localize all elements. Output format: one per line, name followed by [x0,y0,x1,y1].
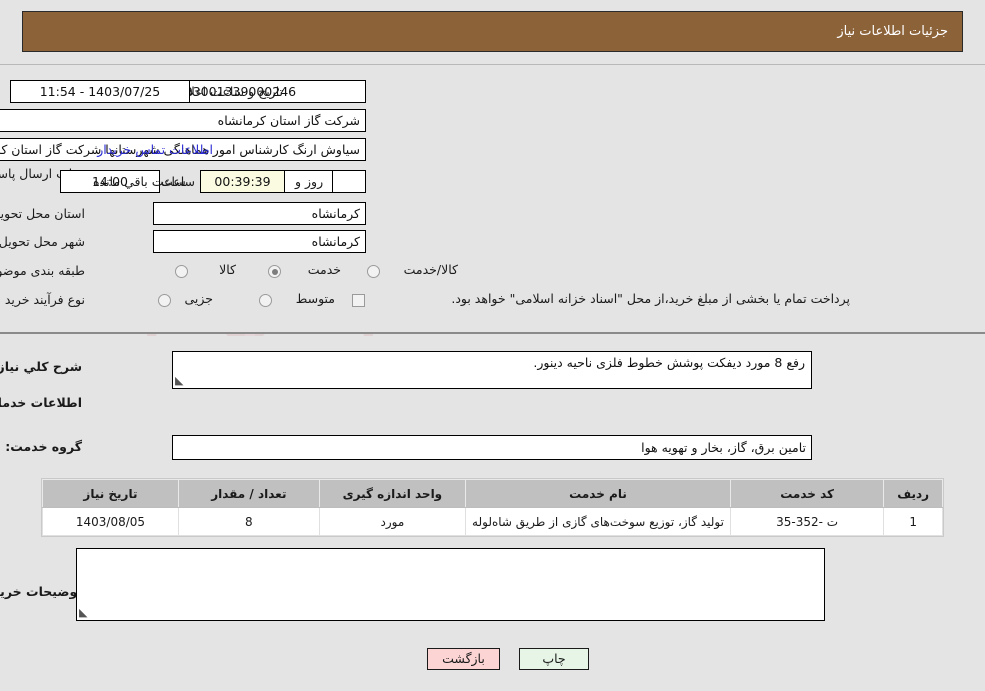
radio-category-kala-label: کالا [219,262,236,277]
page-root: AriaTender.net جزئیات اطلاعات نیاز شماره… [0,0,985,691]
page-title: جزئیات اطلاعات نیاز [837,24,948,39]
radio-category-khedmat-label: خدمت [307,262,341,277]
announce-datetime-value[interactable]: 1403/07/25 - 11:54 [10,80,190,103]
buyer-notes-label: توضیحات خریدار: [0,584,82,599]
service-group-value[interactable]: تامین برق، گاز، بخار و تهویه هوا [172,435,812,460]
radio-category-kala-khedmat[interactable] [367,265,380,278]
province-value[interactable]: کرمانشاه [153,202,366,225]
services-section-heading: اطلاعات خدمات مورد نیاز [0,395,82,410]
remaining-time-value: 00:39:39 [200,170,285,193]
remaining-time-label: ساعت باقي مانده [93,174,186,189]
resize-grip-icon[interactable]: ◢ [175,374,187,387]
col-unit: واحد اندازه گیری [318,479,467,508]
cell-service-code: ت -352-35 [729,507,885,536]
province-label: استان محل تحویل: [0,206,85,221]
category-label: طبقه بندی موضوعی: [0,263,85,278]
cell-service-name: تولید گاز، توزیع سوخت‌های گازی از طریق ش… [465,507,731,536]
buyer-org-value[interactable]: شرکت گاز استان کرمانشاه [0,109,366,132]
col-service-name: نام خدمت [465,479,731,508]
services-table: ردیف کد خدمت نام خدمت واحد اندازه گیری ت… [42,479,943,536]
need-summary-textarea[interactable]: رفع 8 مورد دیفکت پوشش خطوط فلزی ناحیه دی… [172,351,812,389]
service-group-label: گروه خدمت: [5,439,82,454]
services-table-wrapper: ردیف کد خدمت نام خدمت واحد اندازه گیری ت… [41,478,944,537]
treasury-docs-checkbox[interactable] [352,294,365,307]
page-header: جزئیات اطلاعات نیاز [22,11,963,52]
col-service-code: کد خدمت [729,479,885,508]
remaining-days-label: روز و [295,174,324,189]
table-header-row: ردیف کد خدمت نام خدمت واحد اندازه گیری ت… [42,479,943,508]
process-label: نوع فرآیند خرید : [0,292,85,307]
cell-unit: مورد [318,507,467,536]
radio-category-khedmat[interactable] [268,265,281,278]
col-quantity: تعداد / مقدار [177,479,320,508]
resize-grip-icon-2[interactable]: ◢ [79,606,91,619]
treasury-docs-label: پرداخت تمام یا بخشی از مبلغ خرید،از محل … [451,291,850,306]
back-button[interactable]: بازگشت [427,648,500,670]
need-summary-label: شرح کلي نیاز: [0,359,82,374]
radio-process-jozyi[interactable] [158,294,171,307]
radio-category-kala[interactable] [175,265,188,278]
print-button[interactable]: چاپ [519,648,589,670]
buyer-notes-textarea[interactable]: ◢ [76,548,825,621]
table-row[interactable]: 1 ت -352-35 تولید گاز، توزیع سوخت‌های گا… [42,507,943,536]
cell-row-no: 1 [883,507,943,536]
city-value[interactable]: کرمانشاه [153,230,366,253]
city-label: شهر محل تحویل: [0,234,85,249]
need-summary-value: رفع 8 مورد دیفکت پوشش خطوط فلزی ناحیه دی… [533,355,805,370]
cell-quantity: 8 [177,507,320,536]
radio-process-motevaset-label: متوسط [295,291,335,306]
cell-need-date: 1403/08/05 [42,507,179,536]
radio-process-jozyi-label: جزیی [184,291,213,306]
buyer-contact-link[interactable]: اطلاعات تماس خریدار [97,142,213,157]
col-need-date: تاریخ نیاز [42,479,179,508]
radio-category-kala-khedmat-label: کالا/خدمت [403,262,458,277]
col-row-no: ردیف [883,479,943,508]
radio-process-motevaset[interactable] [259,294,272,307]
